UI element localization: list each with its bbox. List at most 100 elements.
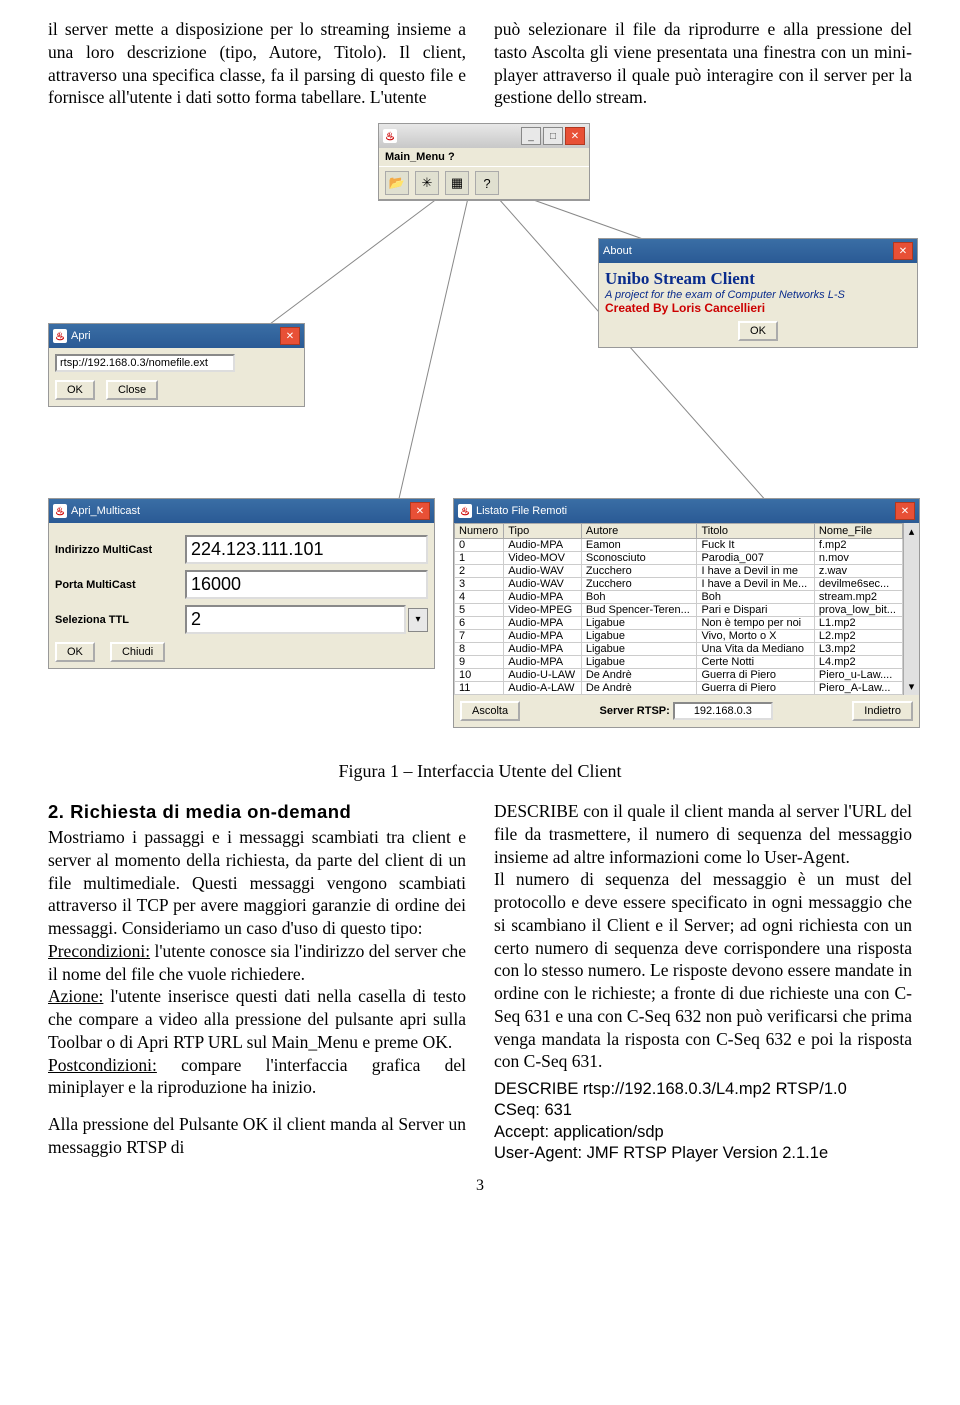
cell: z.wav xyxy=(814,565,902,578)
about-title: About xyxy=(603,245,632,257)
url-input[interactable]: rtsp://192.168.0.3/nomefile.ext xyxy=(55,354,235,372)
cell: 5 xyxy=(455,604,504,617)
close-button[interactable]: Close xyxy=(106,380,158,400)
addr-input[interactable]: 224.123.111.101 xyxy=(185,535,428,564)
cell: Boh xyxy=(697,591,814,604)
cell: f.mp2 xyxy=(814,539,902,552)
table-row[interactable]: 3Audio-WAVZuccheroI have a Devil in Me..… xyxy=(455,578,903,591)
precondizioni-label: Precondizioni: xyxy=(48,941,150,961)
cell: Sconosciuto xyxy=(581,552,697,565)
dropdown-icon[interactable]: ▾ xyxy=(408,608,428,632)
figure-1: ♨ _ □ ✕ Main_Menu ? 📂 ✳ ▦ ? ♨ Apri ✕ xyxy=(48,123,912,743)
open-file-icon[interactable]: 📂 xyxy=(385,171,409,195)
listato-title: Listato File Remoti xyxy=(476,505,567,517)
java-icon: ♨ xyxy=(383,129,397,143)
cell: De Andrè xyxy=(581,682,697,695)
close-icon[interactable]: ✕ xyxy=(410,502,430,520)
right-p1: DESCRIBE con il quale il client manda al… xyxy=(494,800,912,868)
table-row[interactable]: 5Video-MPEGBud Spencer-Teren...Pari e Di… xyxy=(455,604,903,617)
intro-text: il server mette a disposizione per lo st… xyxy=(48,18,466,109)
java-icon: ♨ xyxy=(53,504,67,518)
port-input[interactable]: 16000 xyxy=(185,570,428,599)
cell: prova_low_bit... xyxy=(814,604,902,617)
table-row[interactable]: 6Audio-MPALigabueNon è tempo per noiL1.m… xyxy=(455,617,903,630)
main-menu-titlebar: ♨ _ □ ✕ xyxy=(379,124,589,148)
msg-line2: CSeq: 631 xyxy=(494,1100,912,1121)
scroll-up-icon[interactable]: ▴ xyxy=(909,525,915,538)
indietro-button[interactable]: Indietro xyxy=(852,701,913,721)
msg-line1: DESCRIBE rtsp://192.168.0.3/L4.mp2 RTSP/… xyxy=(494,1079,912,1100)
cell: stream.mp2 xyxy=(814,591,902,604)
mc-close-button[interactable]: Chiudi xyxy=(110,642,165,662)
list-icon[interactable]: ▦ xyxy=(445,171,469,195)
col-header[interactable]: Tipo xyxy=(504,524,582,539)
about-icon[interactable]: ? xyxy=(475,171,499,195)
maximize-button[interactable]: □ xyxy=(543,127,563,145)
minimize-button[interactable]: _ xyxy=(521,127,541,145)
cell: Audio-U-LAW xyxy=(504,669,582,682)
toolbar: 📂 ✳ ▦ ? xyxy=(379,166,589,200)
cell: 7 xyxy=(455,630,504,643)
ascolta-button[interactable]: Ascolta xyxy=(460,701,520,721)
ok-button[interactable]: OK xyxy=(55,380,95,400)
cell: Audio-WAV xyxy=(504,565,582,578)
close-button[interactable]: ✕ xyxy=(565,127,585,145)
col-header[interactable]: Nome_File xyxy=(814,524,902,539)
multicast-icon[interactable]: ✳ xyxy=(415,171,439,195)
close-icon[interactable]: ✕ xyxy=(893,242,913,260)
server-rtsp-label: Server RTSP: xyxy=(600,705,670,717)
main-menu-window: ♨ _ □ ✕ Main_Menu ? 📂 ✳ ▦ ? xyxy=(378,123,590,201)
cell: Eamon xyxy=(581,539,697,552)
table-row[interactable]: 7Audio-MPALigabueVivo, Morto o XL2.mp2 xyxy=(455,630,903,643)
about-line1: Unibo Stream Client xyxy=(605,269,911,289)
table-row[interactable]: 11Audio-A-LAWDe AndrèGuerra di PieroPier… xyxy=(455,682,903,695)
ttl-select[interactable]: 2 xyxy=(185,605,406,634)
cell: Audio-MPA xyxy=(504,656,582,669)
about-dialog: About ✕ Unibo Stream Client A project fo… xyxy=(598,238,918,348)
cell: Audio-WAV xyxy=(504,578,582,591)
apri-titlebar: ♨ Apri ✕ xyxy=(49,324,304,348)
about-line3: Created By Loris Cancellieri xyxy=(605,301,911,315)
table-row[interactable]: 8Audio-MPALigabueUna Vita da MedianoL3.m… xyxy=(455,643,903,656)
cell: Guerra di Piero xyxy=(697,682,814,695)
about-line2: A project for the exam of Computer Netwo… xyxy=(605,289,911,301)
menu-bar[interactable]: Main_Menu ? xyxy=(379,148,589,166)
table-row[interactable]: 0Audio-MPAEamonFuck Itf.mp2 xyxy=(455,539,903,552)
cell: Fuck It xyxy=(697,539,814,552)
table-row[interactable]: 4Audio-MPABohBohstream.mp2 xyxy=(455,591,903,604)
intro-text2: può selezionare il file da riprodurre e … xyxy=(494,18,912,109)
cell: 2 xyxy=(455,565,504,578)
col-header[interactable]: Autore xyxy=(581,524,697,539)
cell: Video-MPEG xyxy=(504,604,582,617)
apri-title: Apri xyxy=(71,330,91,342)
scroll-down-icon[interactable]: ▾ xyxy=(909,680,915,693)
mc-ok-button[interactable]: OK xyxy=(55,642,95,662)
table-row[interactable]: 10Audio-U-LAWDe AndrèGuerra di PieroPier… xyxy=(455,669,903,682)
col-header[interactable]: Numero xyxy=(455,524,504,539)
scrollbar[interactable]: ▴ ▾ xyxy=(903,523,919,695)
section-2-title: 2. Richiesta di media on-demand xyxy=(48,800,466,824)
about-ok-button[interactable]: OK xyxy=(738,321,778,341)
postcondizioni-label: Postcondizioni: xyxy=(48,1055,157,1075)
cell: 11 xyxy=(455,682,504,695)
multicast-titlebar: ♨ Apri_Multicast ✕ xyxy=(49,499,434,523)
msg-line3: Accept: application/sdp xyxy=(494,1122,912,1143)
file-table[interactable]: NumeroTipoAutoreTitoloNome_File 0Audio-M… xyxy=(454,523,903,695)
table-row[interactable]: 1Video-MOVSconosciutoParodia_007n.mov xyxy=(455,552,903,565)
close-icon[interactable]: ✕ xyxy=(895,502,915,520)
cell: Piero_A-Law... xyxy=(814,682,902,695)
azione-text: l'utente inserisce questi dati nella cas… xyxy=(48,986,466,1052)
cell: Piero_u-Law.... xyxy=(814,669,902,682)
cell: 10 xyxy=(455,669,504,682)
cell: L2.mp2 xyxy=(814,630,902,643)
table-row[interactable]: 2Audio-WAVZuccheroI have a Devil in mez.… xyxy=(455,565,903,578)
col-header[interactable]: Titolo xyxy=(697,524,814,539)
cell: devilme6sec... xyxy=(814,578,902,591)
cell: Ligabue xyxy=(581,656,697,669)
cell: Non è tempo per noi xyxy=(697,617,814,630)
table-row[interactable]: 9Audio-MPALigabueCerte NottiL4.mp2 xyxy=(455,656,903,669)
cell: Boh xyxy=(581,591,697,604)
cell: 3 xyxy=(455,578,504,591)
cell: Guerra di Piero xyxy=(697,669,814,682)
close-icon[interactable]: ✕ xyxy=(280,327,300,345)
